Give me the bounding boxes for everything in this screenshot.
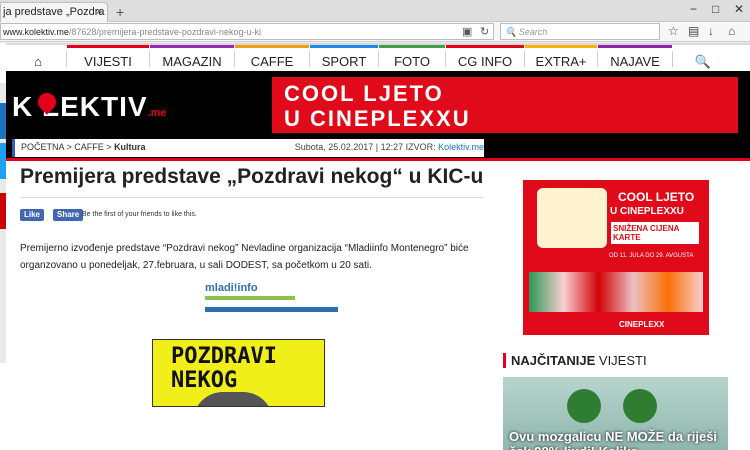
most-read-bold: NAJČITANIJE: [511, 353, 596, 368]
logo-bar: [205, 307, 338, 312]
nav-home-icon[interactable]: ⌂: [10, 45, 66, 71]
reload-icon[interactable]: ↻: [480, 25, 489, 38]
site-logo[interactable]: K LEKTIV.me: [12, 91, 167, 123]
sidebar-ad-line2: U CINEPLEXXU: [610, 206, 684, 217]
url-domain: www.kolektiv.me: [3, 27, 69, 37]
article-date: Subota, 25.02.2017 | 12:27 IZVOR: Kolekt…: [295, 142, 484, 152]
logo-suffix: .me: [147, 107, 167, 119]
most-read-rest: VIJESTI: [595, 353, 647, 368]
nav-item-foto[interactable]: FOTO: [379, 45, 445, 71]
poster-figure: [193, 392, 273, 406]
search-placeholder: Search: [518, 27, 548, 37]
download-icon[interactable]: ↓: [708, 24, 714, 38]
article-body: Premijerno izvođenje predstave “Pozdravi…: [20, 243, 469, 271]
article-title: Premijera predstave „Pozdravi nekog“ u K…: [20, 165, 484, 188]
nav-item-vijesti[interactable]: VIJESTI: [67, 45, 149, 71]
home-icon[interactable]: ⌂: [728, 24, 735, 38]
logo-bar: [205, 296, 295, 300]
logo-text: K LEKTIV: [12, 91, 148, 122]
most-read-headline: Ovu mozgalicu NE MOŽE da riješi čak 98% …: [509, 429, 718, 450]
tab-close-icon[interactable]: ×: [96, 6, 102, 18]
address-bar[interactable]: www.kolektiv.me/87628/premijera-predstav…: [0, 23, 494, 40]
breadcrumb-category[interactable]: Kultura: [114, 142, 146, 152]
nav-item-sport[interactable]: SPORT: [310, 45, 378, 71]
sidebar-ad-brand: CINEPLEXX: [619, 320, 665, 329]
poster-title-line1: POZDRAVI: [171, 344, 277, 369]
web-page: ⌂ VIJESTI MAGAZIN CAFFE SPORT FOTO CG IN…: [0, 43, 750, 450]
breadcrumb-separator: >: [103, 142, 115, 152]
leaf-image: [623, 389, 657, 423]
search-box[interactable]: 🔍 Search: [500, 23, 660, 40]
mladiinfo-logo-image: mladi!info: [205, 282, 338, 326]
ad-drinks-image: [534, 81, 734, 129]
leaf-image: [567, 389, 601, 423]
nav-item-cg-info[interactable]: CG INFO: [446, 45, 524, 71]
date-text: Subota, 25.02.2017 | 12:27 IZVOR:: [294, 142, 439, 152]
title-divider: [20, 197, 484, 198]
new-tab-icon[interactable]: +: [116, 4, 124, 20]
social-button[interactable]: [0, 193, 6, 229]
site-navigation: ⌂ VIJESTI MAGAZIN CAFFE SPORT FOTO CG IN…: [6, 43, 750, 71]
facebook-like-button[interactable]: Like: [20, 209, 45, 221]
breadcrumb-separator: >: [64, 142, 75, 152]
minimize-icon[interactable]: −: [690, 2, 697, 16]
browser-tab[interactable]: ja predstave „Pozdra ×: [0, 2, 108, 22]
bookmark-star-icon[interactable]: ☆: [668, 24, 679, 38]
library-icon[interactable]: ▤: [688, 24, 699, 38]
play-poster-image[interactable]: POZDRAVI NEKOG: [152, 339, 325, 407]
header-ad-line2: U CINEPLEXXU: [284, 106, 471, 131]
most-read-thumbnail[interactable]: Ovu mozgalicu NE MOŽE da riješi čak 98% …: [503, 377, 728, 450]
source-link[interactable]: Kolektiv.me: [438, 142, 484, 152]
breadcrumb: POČETNA > CAFFE > Kultura Subota, 25.02.…: [12, 139, 484, 157]
header-ad-line1: COOL LJETO: [284, 81, 444, 106]
tab-title: ja predstave „Pozdra: [3, 6, 105, 18]
sidebar-ad-line1: COOL LJETO: [618, 190, 695, 204]
poster-title-line2: NEKOG: [171, 368, 238, 393]
header-divider: [6, 158, 750, 161]
sidebar-ad[interactable]: COOL LJETO U CINEPLEXXU SNIŽENA CIJENA K…: [523, 180, 709, 335]
browser-nav-bar: www.kolektiv.me/87628/premijera-predstav…: [0, 22, 750, 42]
sidebar-ad-dates: OD 11. JULA DO 29. AVGUSTA: [609, 253, 694, 259]
facebook-share-button[interactable]: Share: [53, 209, 84, 221]
close-window-icon[interactable]: ✕: [734, 2, 744, 16]
browser-tab-bar: ja predstave „Pozdra × + − □ ✕: [0, 0, 750, 22]
popcorn-image: [537, 188, 607, 248]
nav-item-magazin[interactable]: MAGAZIN: [150, 45, 234, 71]
url-path: /87628/premijera-predstave-pozdravi-neko…: [68, 27, 261, 37]
sidebar-ad-price-box: SNIŽENA CIJENA KARTE: [611, 222, 699, 244]
nav-search-icon[interactable]: 🔍: [673, 45, 733, 71]
facebook-social-text: Be the first of your friends to like thi…: [82, 211, 197, 218]
most-read-heading: NAJČITANIJE VIJESTI: [503, 353, 647, 368]
mladiinfo-logo-text: mladi!info: [205, 282, 258, 294]
breadcrumb-home[interactable]: POČETNA: [21, 142, 64, 152]
reader-view-icon[interactable]: ▣: [462, 25, 472, 38]
nav-item-najave[interactable]: NAJAVE: [598, 45, 672, 71]
maximize-icon[interactable]: □: [712, 2, 719, 16]
breadcrumb-section[interactable]: CAFFE: [74, 142, 104, 152]
nav-item-caffe[interactable]: CAFFE: [235, 45, 309, 71]
nav-item-extra[interactable]: EXTRA+: [525, 45, 597, 71]
header-banner-ad[interactable]: COOL LJETO U CINEPLEXXU: [272, 77, 738, 133]
sidebar-ad-drinks-image: [529, 272, 703, 312]
